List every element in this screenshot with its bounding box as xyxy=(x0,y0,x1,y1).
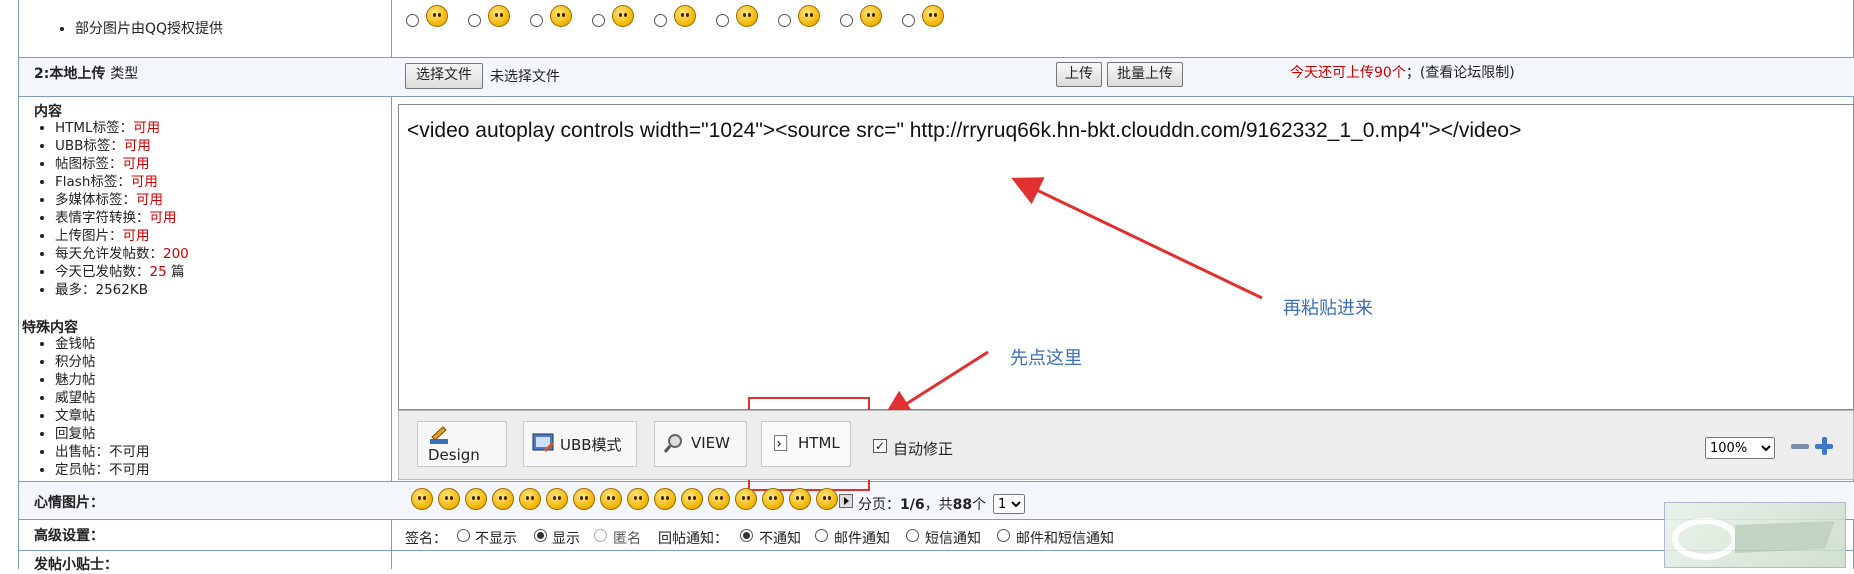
no-notify-label: 不通知 xyxy=(759,531,801,547)
sig-show-radio[interactable] xyxy=(534,529,547,542)
mood-face-icon[interactable] xyxy=(573,488,595,510)
paste-arrow xyxy=(1011,177,1263,300)
pager-page: 1/6 xyxy=(900,497,925,513)
zoom-select[interactable]: 100% xyxy=(1705,437,1775,459)
mood-face-icon[interactable] xyxy=(735,488,757,510)
mood-face-icon[interactable] xyxy=(627,488,649,510)
auto-fix-checkbox[interactable]: ✓ xyxy=(873,439,887,453)
ubb-label: UBB模式 xyxy=(560,436,622,454)
zoom-in-icon[interactable] xyxy=(1815,437,1833,455)
mood-pager: 分页：1/6，共88个 xyxy=(858,494,986,514)
watermark-logo xyxy=(1664,502,1846,568)
sms-notify-radio[interactable] xyxy=(906,529,919,542)
advanced-label: 高级设置： xyxy=(34,528,104,544)
editor-toolbar: Design UBB模式 VIEW HTML ✓ 自动修正 100% xyxy=(398,410,1854,480)
html-label: HTML xyxy=(798,434,840,452)
ubb-icon xyxy=(532,433,554,452)
tips-label: 发帖小贴士： xyxy=(34,557,118,573)
logo-graphic xyxy=(1672,518,1835,560)
sig-hide-label: 不显示 xyxy=(475,531,517,547)
pager-mid: ，共 xyxy=(924,497,953,513)
mood-face-icon[interactable] xyxy=(519,488,541,510)
view-label: VIEW xyxy=(691,434,730,452)
mood-page-select[interactable]: 1 xyxy=(993,494,1025,514)
sms-notify-label: 短信通知 xyxy=(925,531,981,547)
design-label: Design xyxy=(428,446,480,464)
annotation-arrows xyxy=(748,177,1263,491)
sig-hide-radio[interactable] xyxy=(457,529,470,542)
mood-face-icon[interactable] xyxy=(492,488,514,510)
pager-prefix: 分页： xyxy=(858,497,900,513)
mail-sms-notify-label: 邮件和短信通知 xyxy=(1016,531,1114,547)
paste-annotation: 再粘贴进来 xyxy=(1283,298,1373,319)
pencil-ruler-icon xyxy=(430,426,448,444)
click-first-arrow xyxy=(881,350,989,420)
signature-label: 签名： xyxy=(405,531,447,547)
mood-face-icon[interactable] xyxy=(708,488,730,510)
pager-suffix: 个 xyxy=(972,497,987,513)
anonymous-label: 匿名 xyxy=(613,531,641,547)
zoom-out-icon[interactable] xyxy=(1791,444,1809,449)
mail-notify-label: 邮件通知 xyxy=(834,531,890,547)
mood-face-icon[interactable] xyxy=(438,488,460,510)
mail-notify-radio[interactable] xyxy=(815,529,828,542)
ubb-mode-button[interactable]: UBB模式 xyxy=(523,421,637,467)
mood-face-icon[interactable] xyxy=(681,488,703,510)
mood-face-icon[interactable] xyxy=(816,488,838,510)
mood-face-icon[interactable] xyxy=(411,488,433,510)
mood-face-icon[interactable] xyxy=(465,488,487,510)
design-mode-button[interactable]: Design xyxy=(417,421,507,467)
mail-sms-notify-radio[interactable] xyxy=(997,529,1010,542)
view-mode-button[interactable]: VIEW xyxy=(654,421,747,467)
no-notify-radio[interactable] xyxy=(740,529,753,542)
mood-label: 心情图片： xyxy=(34,495,104,511)
mood-face-icon[interactable] xyxy=(600,488,622,510)
html-mode-button[interactable]: HTML xyxy=(761,421,851,467)
html-doc-icon xyxy=(774,435,788,451)
mood-face-icon[interactable] xyxy=(789,488,811,510)
click-first-annotation: 先点这里 xyxy=(1010,348,1082,369)
auto-fix-label: 自动修正 xyxy=(893,440,954,458)
next-page-icon[interactable] xyxy=(839,494,853,508)
mood-face-icon[interactable] xyxy=(762,488,784,510)
sig-show-label: 显示 xyxy=(552,531,580,547)
anonymous-radio[interactable] xyxy=(594,529,607,542)
notify-label: 回帖通知： xyxy=(658,531,728,547)
mood-face-icon[interactable] xyxy=(654,488,676,510)
magnifier-gear-icon xyxy=(663,434,682,453)
pager-total: 88 xyxy=(952,497,973,513)
mood-face-icon[interactable] xyxy=(546,488,568,510)
